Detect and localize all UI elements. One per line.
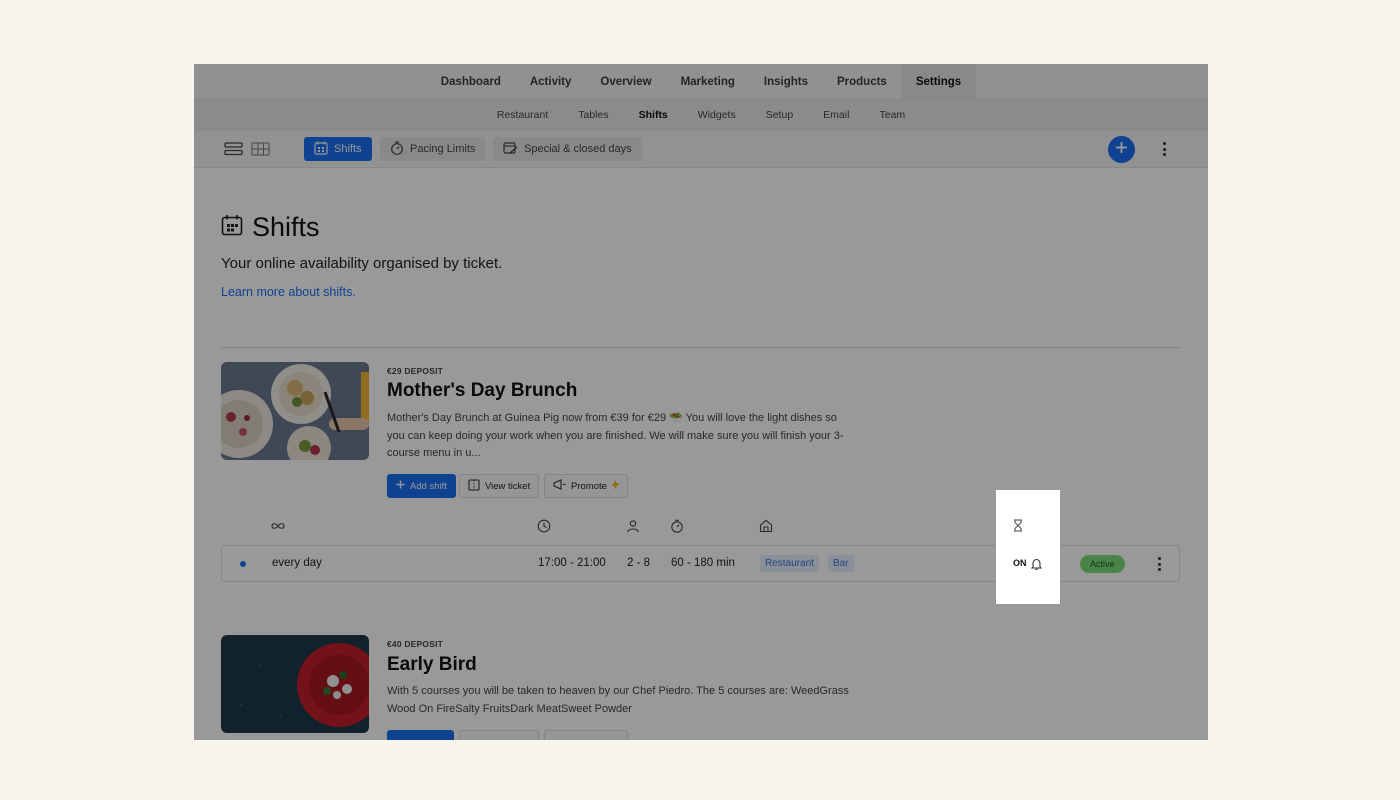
calendar-icon <box>221 214 243 241</box>
ticket-description: With 5 courses you will be taken to heav… <box>387 685 849 715</box>
ticket-image <box>221 635 369 733</box>
pacing-limits-button[interactable]: Pacing Limits <box>380 137 486 161</box>
subnav-shifts[interactable]: Shifts <box>624 100 683 131</box>
calendar-icon <box>314 141 328 158</box>
page-title-text: Shifts <box>252 212 320 242</box>
status-badge: Active <box>1080 555 1125 573</box>
promote-button[interactable]: Promote <box>544 474 628 498</box>
shift-duration: 60 - 180 min <box>671 557 735 569</box>
shifts-tab-label: Shifts <box>334 143 362 155</box>
nav-marketing[interactable]: Marketing <box>666 64 749 99</box>
timer-icon <box>390 141 404 158</box>
promote-label: Promote <box>571 480 607 492</box>
subnav-team[interactable]: Team <box>864 100 920 131</box>
waitlist-status[interactable]: ON <box>1013 558 1027 568</box>
ticket-title: Mother's Day Brunch <box>387 380 578 401</box>
divider <box>221 347 1180 348</box>
subnav-widgets[interactable]: Widgets <box>683 100 751 131</box>
subnav-restaurant[interactable]: Restaurant <box>482 100 563 131</box>
ticket-icon <box>468 478 480 494</box>
pacing-limits-label: Pacing Limits <box>410 143 476 155</box>
area-tag: Restaurant <box>760 555 819 572</box>
shift-guests: 2 - 8 <box>627 557 651 569</box>
infinity-icon <box>271 519 285 533</box>
subnav-tables[interactable]: Tables <box>563 100 623 131</box>
view-toggle <box>224 142 270 161</box>
ticket-description: Mother's Day Brunch at Guinea Pig now fr… <box>387 412 844 459</box>
nav-activity[interactable]: Activity <box>515 64 586 99</box>
shift-status-dot <box>240 561 246 567</box>
settings-subnavigation: Restaurant Tables Shifts Widgets Setup E… <box>194 100 1208 131</box>
shifts-tab-button[interactable]: Shifts <box>304 137 372 161</box>
nav-overview[interactable]: Overview <box>586 64 666 99</box>
calendar-edit-icon <box>503 141 518 158</box>
view-ticket-button[interactable] <box>459 730 539 740</box>
nav-dashboard[interactable]: Dashboard <box>426 64 515 99</box>
add-shift-button[interactable] <box>387 730 454 740</box>
nav-insights[interactable]: Insights <box>749 64 822 99</box>
lightning-icon <box>611 479 619 493</box>
app-window: Dashboard Activity Overview Marketing In… <box>194 64 1208 740</box>
ticket-image <box>221 362 369 460</box>
add-shift-button[interactable]: Add shift <box>387 474 456 498</box>
hourglass-icon <box>1013 519 1023 537</box>
deposit-label: €29 DEPOSIT <box>387 366 444 376</box>
subnav-email[interactable]: Email <box>808 100 864 131</box>
promote-button[interactable] <box>544 730 628 740</box>
page-title: Shifts <box>221 212 320 243</box>
area-icon <box>759 519 773 533</box>
bell-icon[interactable] <box>1030 557 1043 575</box>
plus-icon <box>1115 141 1128 159</box>
ticket-title: Early Bird <box>387 654 477 675</box>
plus-icon <box>396 480 405 492</box>
shift-recurrence: every day <box>272 557 322 569</box>
list-view-icon[interactable] <box>224 142 243 161</box>
more-vertical-icon[interactable] <box>1158 141 1170 157</box>
clock-icon <box>537 519 551 533</box>
view-ticket-label: View ticket <box>485 480 531 492</box>
stopwatch-icon <box>670 519 684 533</box>
megaphone-icon <box>553 479 566 493</box>
guests-icon <box>626 519 640 533</box>
toolbar: Shifts Pacing Limits Special & closed da… <box>194 131 1208 168</box>
grid-view-icon[interactable] <box>251 142 270 161</box>
learn-more-link[interactable]: Learn more about shifts. <box>221 285 356 299</box>
shift-time: 17:00 - 21:00 <box>538 557 606 569</box>
add-button[interactable] <box>1108 136 1135 163</box>
highlighted-waitlist-column: ON <box>996 490 1060 604</box>
subnav-setup[interactable]: Setup <box>751 100 808 131</box>
nav-products[interactable]: Products <box>822 64 901 99</box>
area-tag: Bar <box>828 555 854 572</box>
more-vertical-icon[interactable] <box>1153 556 1165 572</box>
add-shift-label: Add shift <box>410 480 447 492</box>
special-closed-days-label: Special & closed days <box>524 143 632 155</box>
special-closed-days-button[interactable]: Special & closed days <box>493 137 642 161</box>
top-navigation: Dashboard Activity Overview Marketing In… <box>194 64 1208 100</box>
deposit-label: €40 DEPOSIT <box>387 639 444 649</box>
view-ticket-button[interactable]: View ticket <box>459 474 540 498</box>
page-subtitle: Your online availability organised by ti… <box>221 255 503 272</box>
nav-settings[interactable]: Settings <box>901 64 976 99</box>
